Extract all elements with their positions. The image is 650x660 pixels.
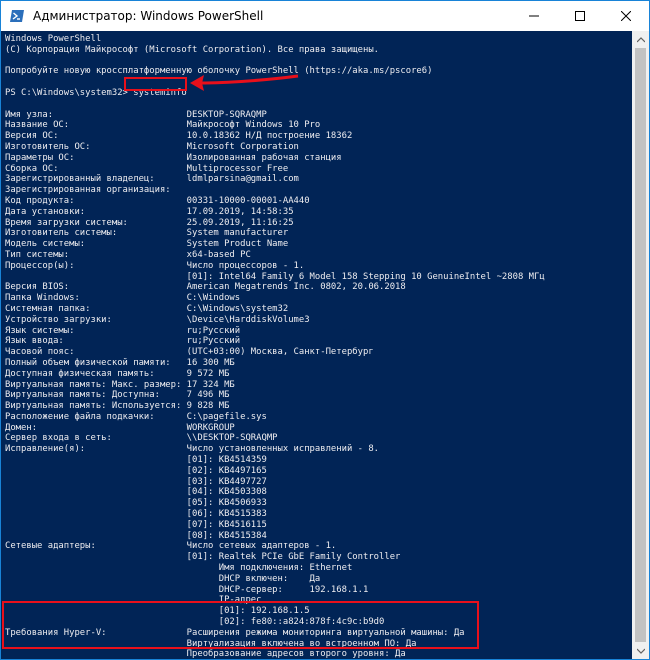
console-line: Виртуальная память: Используется: 9 828 … <box>5 401 230 412</box>
console-line: DHCP включен: Да <box>5 573 321 584</box>
powershell-icon <box>9 8 25 24</box>
console-line: Версия BIOS: American Megatrends Inc. 08… <box>5 282 406 293</box>
close-button[interactable] <box>603 1 649 31</box>
console-line: Модель системы: System Product Name <box>5 239 289 250</box>
scroll-up-button[interactable] <box>632 31 649 48</box>
console-line: Часовой пояс: (UTC+03:00) Москва, Санкт-… <box>5 347 374 358</box>
console-line: Сетевые адаптеры: Число сетевых адаптеро… <box>5 541 337 552</box>
console-line: Язык системы: ru;Русский <box>5 325 241 336</box>
console-line: Имя подключения: Ethernet <box>5 563 353 574</box>
console-line: [01]: KB4514359 <box>5 455 267 466</box>
console-line: Код продукта: 00331-10000-00001-AA440 <box>5 195 310 206</box>
console-output[interactable]: Windows PowerShell (С) Корпорация Майкрос… <box>1 31 632 659</box>
console-line: [06]: KB4515383 <box>5 509 267 520</box>
console-line: Системная папка: C:\Windows\system32 <box>5 303 289 314</box>
console-line: Преобразование адресов второго уровня: Д… <box>5 649 406 659</box>
console-line: Изготовитель ОС: Microsoft Corporation <box>5 141 299 152</box>
console-line: Сборка ОС: Multiprocessor Free <box>5 163 289 174</box>
console-line: Windows PowerShell <box>5 34 102 44</box>
chevron-down-icon <box>636 648 645 654</box>
console-line: Время загрузки системы: 25.09.2019, 11:1… <box>5 217 294 228</box>
console-line: Параметры ОС: Изолированная рабочая стан… <box>5 152 342 163</box>
title-bar[interactable]: Администратор: Windows PowerShell <box>1 1 649 31</box>
window-title: Администратор: Windows PowerShell <box>33 9 264 23</box>
console-line: Исправление(я): Число установленных испр… <box>5 444 380 455</box>
console-line: Зарегистрированный владелец: ldmlparsina… <box>5 174 299 185</box>
console-line: Сервер входа в сеть: \\DESKTOP-SQRAQMP <box>5 433 278 444</box>
close-icon <box>621 11 631 21</box>
scroll-down-button[interactable] <box>632 642 649 659</box>
console-line: [07]: KB4516115 <box>5 519 267 530</box>
console-line: Полный объем физической памяти: 16 300 М… <box>5 357 235 368</box>
console-line: DHCP-сервер: 192.168.1.1 <box>5 584 369 595</box>
scrollbar-thumb[interactable] <box>635 48 646 642</box>
console-line: [04]: KB4503308 <box>5 487 267 498</box>
console-line: Язык ввода: ru;Русский <box>5 336 241 347</box>
powershell-window: Администратор: Windows PowerShell Window… <box>0 0 650 660</box>
console-line: [01]: Intel64 Family 6 Model 158 Steppin… <box>5 271 545 282</box>
console-line: Расположение файла подкачки: C:\pagefile… <box>5 411 267 422</box>
console-line: Папка Windows: C:\Windows <box>5 293 241 304</box>
maximize-button[interactable] <box>557 1 603 31</box>
console-line: [08]: KB4515384 <box>5 530 267 541</box>
console-line: Виртуальная память: Макс. размер: 17 324… <box>5 379 235 390</box>
console-line: Дата установки: 17.09.2019, 14:58:35 <box>5 206 294 217</box>
command-highlight-box <box>124 77 187 91</box>
maximize-icon <box>575 11 585 21</box>
minimize-button[interactable] <box>511 1 557 31</box>
console-line: Версия ОС: 10.0.18362 Н/Д построение 183… <box>5 131 353 142</box>
console-line: (С) Корпорация Майкрософт (Microsoft Cor… <box>5 44 380 55</box>
red-arrow-icon <box>190 74 299 91</box>
console-line: Название ОС: Майкрософт Windows 10 Pro <box>5 120 321 131</box>
console-line: [01]: Realtek PCIe GbE Family Controller <box>5 552 401 563</box>
console-line: Виртуальная память: Доступна: 7 496 МБ <box>5 390 230 401</box>
console-line: Процессор(ы): Число процессоров - 1. <box>5 260 305 271</box>
console-line: Доступная физическая память: 9 572 МБ <box>5 368 230 379</box>
console-line: Имя узла: DESKTOP-SQRAQMP <box>5 109 267 120</box>
console-line: Изготовитель системы: System manufacture… <box>5 228 289 239</box>
chevron-up-icon <box>636 36 645 42</box>
vertical-scrollbar[interactable] <box>632 31 649 659</box>
minimize-icon <box>529 15 539 17</box>
console-line: [02]: KB4497165 <box>5 465 267 476</box>
console-line: [05]: KB4506933 <box>5 498 267 509</box>
console-line: Тип системы: x64-based PC <box>5 249 251 260</box>
console-line: Домен: WORKGROUP <box>5 422 235 433</box>
console-line: [03]: KB4497727 <box>5 476 267 487</box>
console-lines: Windows PowerShell (С) Корпорация Майкрос… <box>5 34 545 659</box>
console-line: Устройство загрузки: \Device\HarddiskVol… <box>5 314 310 325</box>
console-line: Зарегистрированная организация: <box>5 185 171 196</box>
hyperv-highlight-box <box>2 601 479 649</box>
